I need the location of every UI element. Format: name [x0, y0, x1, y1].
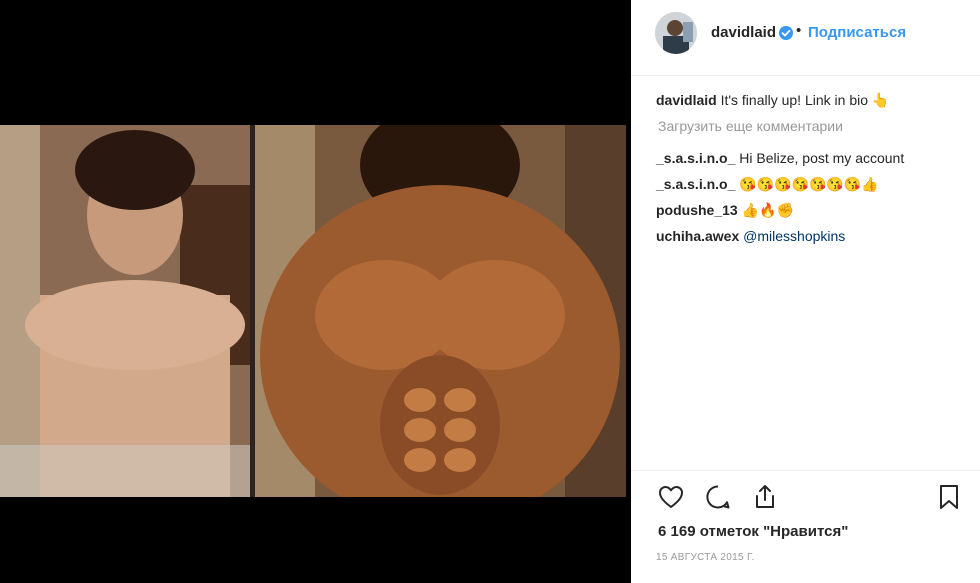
likes-count[interactable]: 6 169 отметок "Нравится" — [658, 523, 848, 540]
before-photo — [0, 125, 250, 497]
comment-row: _s.a.s.i.n.o_ Hi Belize, post my account — [656, 148, 966, 174]
heart-icon[interactable] — [657, 483, 685, 511]
comment-row: uchiha.awex @milesshopkins — [656, 226, 966, 252]
post-media[interactable] — [0, 0, 631, 583]
comment-username[interactable]: podushe_13 — [656, 202, 738, 218]
comment-icon[interactable] — [704, 483, 732, 511]
comment-text: Hi Belize, post my account — [739, 150, 905, 166]
post-details-panel: davidlaid • Подписаться davidlaid It's f… — [631, 0, 980, 583]
comment-row: podushe_13 👍🔥✊ — [656, 200, 966, 226]
post-header: davidlaid • Подписаться — [631, 0, 980, 76]
bookmark-icon[interactable] — [935, 483, 963, 511]
caption: davidlaid It's finally up! Link in bio 👆 — [656, 90, 966, 116]
verified-icon — [779, 26, 793, 40]
follow-button[interactable]: Подписаться — [808, 24, 906, 41]
comments-list: davidlaid It's finally up! Link in bio 👆… — [656, 90, 966, 252]
comment-mention[interactable]: @milesshopkins — [743, 228, 845, 244]
header-username[interactable]: davidlaid — [711, 24, 776, 41]
header-separator: • — [796, 22, 802, 39]
comment-text: 😘😘😘😘😘😘😘👍 — [739, 176, 879, 192]
comment-row: _s.a.s.i.n.o_ 😘😘😘😘😘😘😘👍 — [656, 174, 966, 200]
comment-username[interactable]: _s.a.s.i.n.o_ — [656, 150, 735, 166]
comment-username[interactable]: _s.a.s.i.n.o_ — [656, 176, 735, 192]
caption-username[interactable]: davidlaid — [656, 92, 717, 108]
after-photo — [255, 125, 626, 497]
comment-username[interactable]: uchiha.awex — [656, 228, 739, 244]
caption-text: It's finally up! Link in bio 👆 — [720, 92, 890, 108]
post-date: 15 АВГУСТА 2015 Г. — [656, 552, 755, 563]
share-icon[interactable] — [751, 483, 779, 511]
load-more-comments-button[interactable]: Загрузить еще комментарии — [658, 116, 966, 148]
comment-text: 👍🔥✊ — [741, 202, 794, 218]
avatar[interactable] — [655, 12, 697, 54]
post-actions — [631, 470, 980, 521]
